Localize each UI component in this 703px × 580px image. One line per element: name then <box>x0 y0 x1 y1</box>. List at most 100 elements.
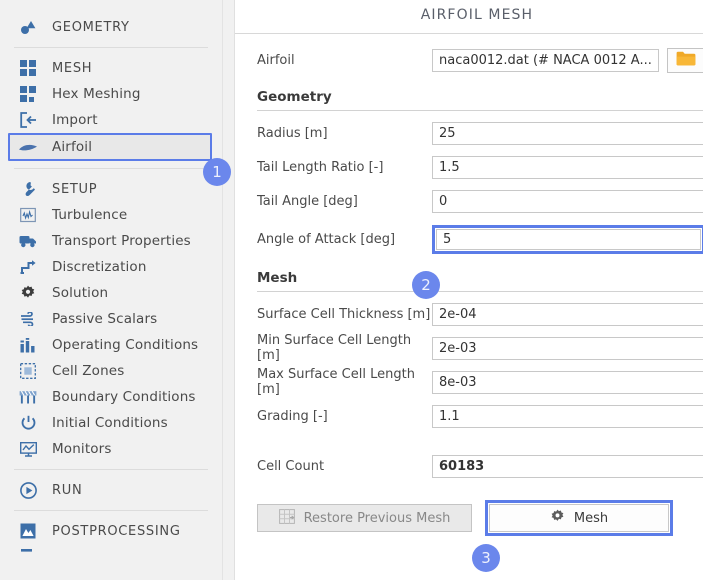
field-row-tail-angle: Tail Angle [deg] 0 <box>257 189 703 213</box>
cell-count-label: Cell Count <box>257 458 325 474</box>
sidebar-item-monitors[interactable]: Monitors <box>0 436 222 462</box>
sidebar-item-operating-conditions[interactable]: Operating Conditions <box>0 332 222 358</box>
step-badge-2: 2 <box>412 271 440 299</box>
bar-chart-icon <box>18 335 38 355</box>
wind-icon <box>18 309 38 329</box>
tail-angle-input[interactable]: 0 <box>432 189 703 213</box>
airfoil-file-row: Airfoil naca0012.dat (# NACA 0012 A... <box>257 48 703 73</box>
sidebar-item-label: Import <box>52 112 98 128</box>
tail-angle-label: Tail Angle [deg] <box>257 193 358 209</box>
surface-cell-thickness-label: Surface Cell Thickness [m] <box>257 306 431 322</box>
sidebar-item-hex-meshing[interactable]: Hex Meshing <box>0 81 222 107</box>
grid-squares-icon <box>18 58 38 78</box>
airfoil-file-input[interactable]: naca0012.dat (# NACA 0012 A... <box>432 49 659 72</box>
mesh-button[interactable]: Mesh <box>489 504 669 532</box>
main-panel: AIRFOIL MESH Airfoil naca0012.dat (# NAC… <box>235 0 703 580</box>
radius-label: Radius [m] <box>257 125 328 141</box>
sidebar-item-label: Operating Conditions <box>52 337 199 353</box>
sidebar-divider <box>14 168 208 169</box>
sidebar-item-label: Initial Conditions <box>52 415 168 431</box>
play-icon <box>18 480 38 500</box>
sidebar-item-label: Airfoil <box>52 139 93 155</box>
sidebar-item-cell-zones[interactable]: Cell Zones <box>0 358 222 384</box>
tail-length-ratio-label: Tail Length Ratio [-] <box>257 159 384 175</box>
sidebar-divider <box>14 47 208 48</box>
boundary-icon <box>18 387 38 407</box>
title-divider <box>235 33 703 34</box>
turbulence-icon <box>18 205 38 225</box>
sidebar-item-label: Monitors <box>52 441 112 457</box>
application-window: GEOMETRY MESH Hex Meshing Import Airfoil… <box>0 0 703 580</box>
sidebar-item-label: Solution <box>52 285 109 301</box>
sidebar-item-boundary-conditions[interactable]: Boundary Conditions <box>0 384 222 410</box>
step-badge-1: 1 <box>203 158 231 186</box>
field-row-min-surface-cell-length: Min Surface Cell Length [m] 2e-03 <box>257 333 703 363</box>
field-row-grading: Grading [-] 1.1 <box>257 404 703 428</box>
max-surface-cell-length-input[interactable]: 8e-03 <box>432 370 703 394</box>
truck-icon <box>18 231 38 251</box>
field-row-tail-length-ratio: Tail Length Ratio [-] 1.5 <box>257 155 703 179</box>
field-row-angle-of-attack: Angle of Attack [deg] 5 <box>257 225 703 254</box>
airfoil-mesh-form: Airfoil naca0012.dat (# NACA 0012 A... G… <box>235 48 703 536</box>
grading-input[interactable]: 1.1 <box>432 404 703 428</box>
sidebar-item-label: GEOMETRY <box>52 19 130 35</box>
max-surface-cell-length-label: Max Surface Cell Length [m] <box>257 367 415 397</box>
min-surface-cell-length-input[interactable]: 2e-03 <box>432 336 703 360</box>
radius-input[interactable]: 25 <box>432 121 703 145</box>
tail-length-ratio-input[interactable]: 1.5 <box>432 155 703 179</box>
sidebar-item-initial-conditions[interactable]: Initial Conditions <box>0 410 222 436</box>
import-icon <box>18 110 38 130</box>
field-row-radius: Radius [m] 25 <box>257 121 703 145</box>
postprocessing-icon <box>18 521 38 541</box>
gear-icon <box>550 509 565 528</box>
sidebar-item-label: Discretization <box>52 259 147 275</box>
sidebar-item-label: SETUP <box>52 181 98 197</box>
grading-label: Grading [-] <box>257 408 328 424</box>
folder-icon <box>676 51 696 70</box>
power-icon <box>18 413 38 433</box>
page-title: AIRFOIL MESH <box>420 7 534 23</box>
sidebar-item-partial[interactable] <box>0 544 222 558</box>
sidebar-item-passive-scalars[interactable]: Passive Scalars <box>0 306 222 332</box>
angle-of-attack-focus-ring: 5 <box>432 225 703 254</box>
sidebar-item-label: MESH <box>52 60 93 76</box>
sidebar-item-label: Boundary Conditions <box>52 389 196 405</box>
field-row-max-surface-cell-length: Max Surface Cell Length [m] 8e-03 <box>257 367 703 397</box>
browse-button[interactable] <box>666 48 703 73</box>
angle-of-attack-input[interactable]: 5 <box>436 229 701 250</box>
pane-splitter[interactable] <box>222 0 235 580</box>
sidebar-item-transport-properties[interactable]: Transport Properties <box>0 228 222 254</box>
surface-cell-thickness-input[interactable]: 2e-04 <box>432 302 703 326</box>
sidebar-item-discretization[interactable]: Discretization <box>0 254 222 280</box>
sidebar-item-label: Cell Zones <box>52 363 125 379</box>
sidebar-item-label: Turbulence <box>52 207 128 223</box>
geometry-section-divider <box>257 110 703 111</box>
monitor-icon <box>18 439 38 459</box>
cell-count-value: 60183 <box>432 454 703 478</box>
mesh-button-focus-ring: Mesh <box>485 500 673 536</box>
discretization-icon <box>18 257 38 277</box>
restore-previous-mesh-button[interactable]: Restore Previous Mesh <box>257 504 472 532</box>
navigation-sidebar: GEOMETRY MESH Hex Meshing Import Airfoil… <box>0 0 222 580</box>
sidebar-item-turbulence[interactable]: Turbulence <box>0 202 222 228</box>
sidebar-item-import[interactable]: Import <box>0 107 222 133</box>
sidebar-item-label: Hex Meshing <box>52 86 141 102</box>
sidebar-item-airfoil[interactable]: Airfoil <box>8 133 212 161</box>
wrench-icon <box>18 179 38 199</box>
sidebar-item-setup[interactable]: SETUP <box>0 176 222 202</box>
geometry-icon <box>18 17 38 37</box>
partial-icon <box>18 541 38 561</box>
field-row-cell-count: Cell Count 60183 <box>257 454 703 478</box>
sidebar-divider <box>14 510 208 511</box>
sidebar-item-label: Passive Scalars <box>52 311 158 327</box>
step-badge-3: 3 <box>472 544 500 572</box>
sidebar-item-geometry[interactable]: GEOMETRY <box>0 14 222 40</box>
cell-zones-icon <box>18 361 38 381</box>
sidebar-item-label: Transport Properties <box>52 233 191 249</box>
mesh-grid-icon <box>278 508 295 528</box>
sidebar-item-mesh[interactable]: MESH <box>0 55 222 81</box>
sidebar-item-solution[interactable]: Solution <box>0 280 222 306</box>
geometry-section-heading: Geometry <box>257 89 332 105</box>
sidebar-item-run[interactable]: RUN <box>0 477 222 503</box>
field-row-surface-cell-thickness: Surface Cell Thickness [m] 2e-04 <box>257 302 703 326</box>
